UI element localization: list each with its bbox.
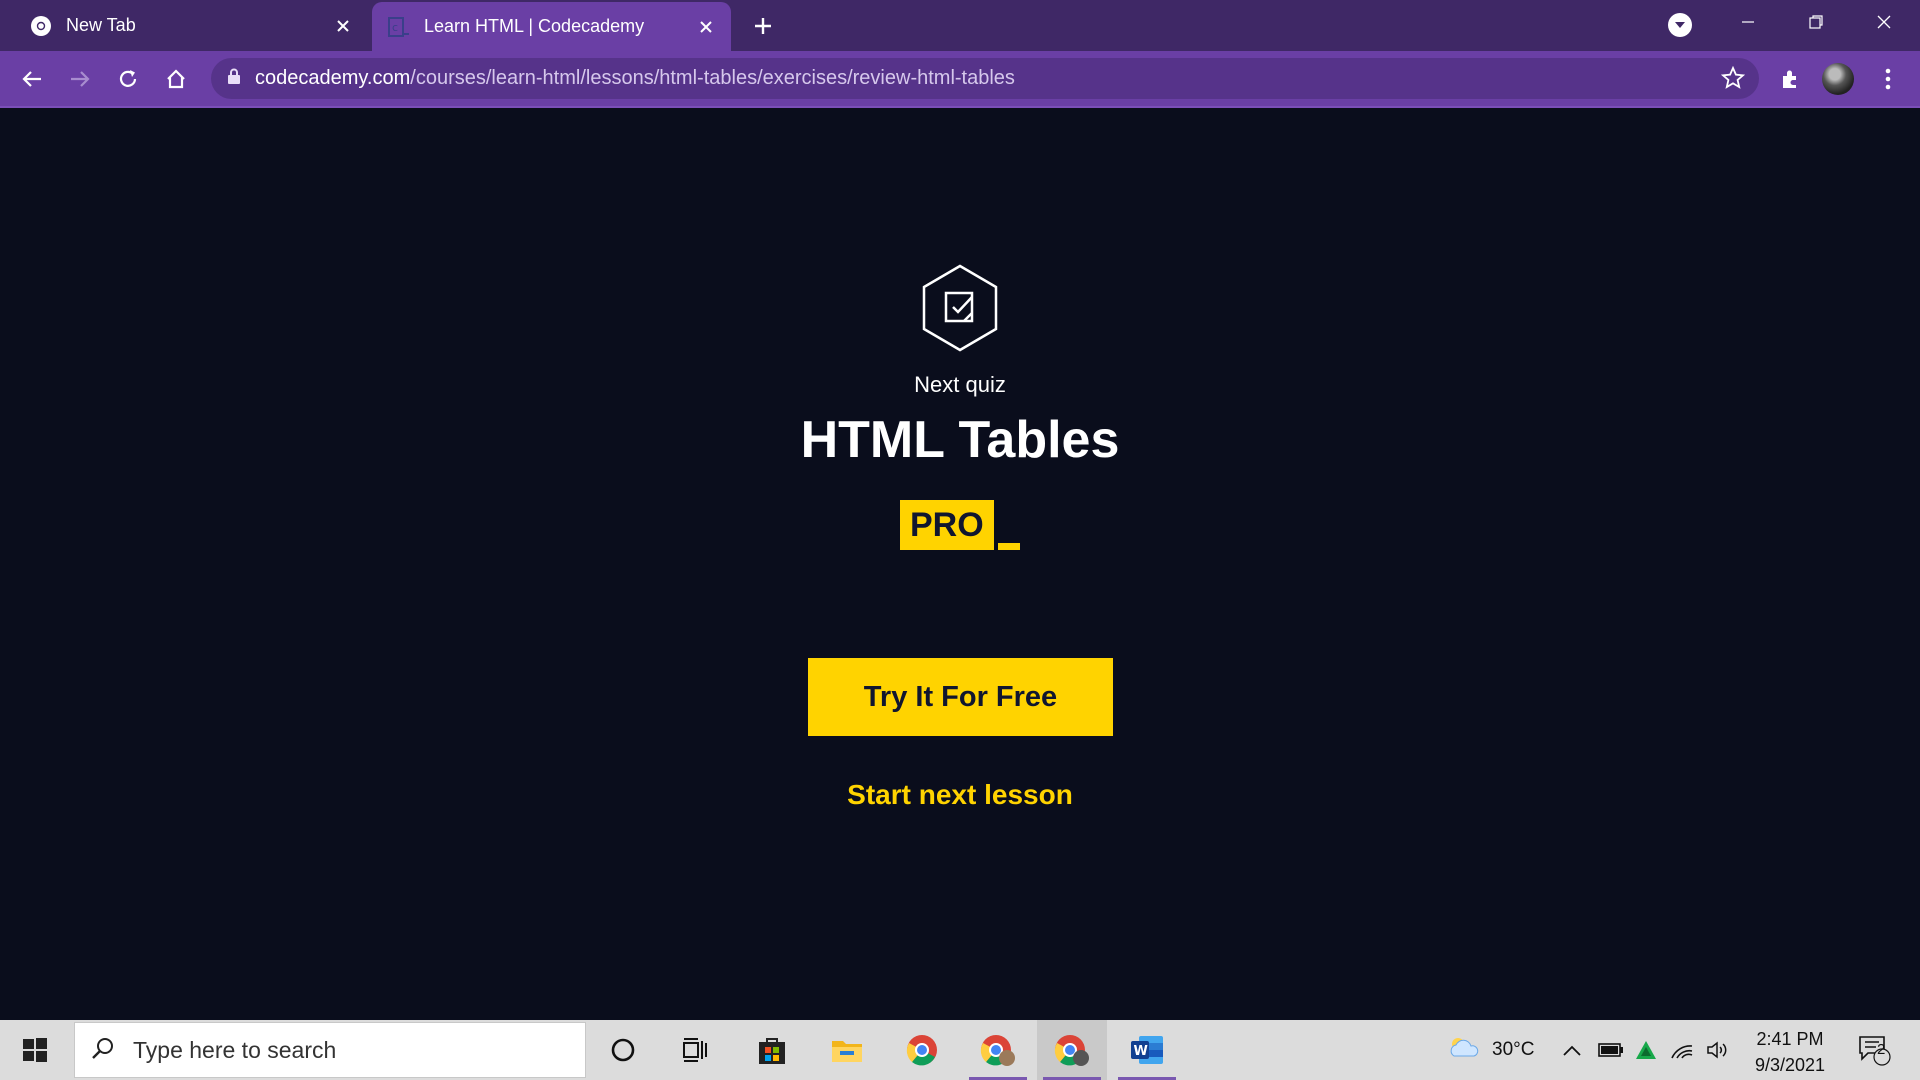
pro-cursor-mark <box>997 543 1020 550</box>
quiz-title: HTML Tables <box>800 411 1120 469</box>
browser-toolbar: codecademy.com/courses/learn-html/lesson… <box>0 51 1920 106</box>
url-text: codecademy.com/courses/learn-html/lesson… <box>255 67 1015 89</box>
chrome-taskbar-icon[interactable] <box>887 1020 957 1080</box>
pro-badge: PRO <box>900 500 1020 550</box>
notifications-button[interactable]: 2 <box>1856 1020 1892 1080</box>
clock-date: 9/3/2021 <box>1754 1055 1826 1075</box>
cortana-icon[interactable] <box>588 1020 658 1080</box>
home-icon[interactable] <box>158 61 194 97</box>
close-window-icon[interactable] <box>1850 0 1918 44</box>
svg-text:c: c <box>392 21 398 34</box>
tab-learn-html[interactable]: c Learn HTML | Codecademy <box>372 2 731 51</box>
show-hidden-icons[interactable] <box>1562 1020 1582 1080</box>
lesson-complete-page: Next quiz HTML Tables PRO Try It For Fre… <box>0 108 1920 1020</box>
try-it-for-free-button[interactable]: Try It For Free <box>808 658 1113 736</box>
wifi-icon[interactable] <box>1670 1020 1694 1080</box>
volume-icon[interactable] <box>1706 1020 1730 1080</box>
chrome-active-taskbar-icon[interactable] <box>1037 1020 1107 1080</box>
store-icon[interactable] <box>737 1020 807 1080</box>
pro-badge-text: PRO <box>900 500 994 550</box>
close-tab-icon[interactable] <box>328 11 358 41</box>
search-placeholder: Type here to search <box>133 1036 337 1063</box>
taskbar-search-box[interactable]: Type here to search <box>74 1022 586 1078</box>
weather-temperature: 30°C <box>1492 1039 1535 1060</box>
chrome-menu-icon[interactable] <box>1870 61 1906 97</box>
task-view-icon[interactable] <box>661 1020 731 1080</box>
tab-search-icon[interactable] <box>1668 13 1692 37</box>
quiz-hexagon-icon <box>922 264 998 352</box>
restore-icon[interactable] <box>1782 0 1850 44</box>
chrome-profile-taskbar-icon[interactable] <box>963 1020 1033 1080</box>
file-explorer-icon[interactable] <box>812 1020 882 1080</box>
close-tab-icon[interactable] <box>691 12 721 42</box>
svg-text:W: W <box>1134 1044 1148 1059</box>
tab-title: New Tab <box>66 15 136 35</box>
windows-start-icon[interactable] <box>0 1020 70 1080</box>
system-clock[interactable]: 2:41 PM 9/3/2021 <box>1740 1026 1840 1078</box>
forward-icon[interactable] <box>62 61 98 97</box>
reload-icon[interactable] <box>110 61 146 97</box>
new-tab-button[interactable] <box>747 10 779 42</box>
browser-tab-strip: New Tab c Learn HTML | Codecademy <box>0 0 1920 51</box>
codecademy-icon: c <box>388 16 410 38</box>
clock-time: 2:41 PM <box>1756 1029 1824 1049</box>
drive-sync-icon[interactable] <box>1634 1020 1658 1080</box>
address-bar[interactable]: codecademy.com/courses/learn-html/lesson… <box>211 58 1759 99</box>
profile-avatar[interactable] <box>1822 63 1854 95</box>
bookmark-star-icon[interactable] <box>1720 65 1746 95</box>
battery-icon[interactable] <box>1598 1020 1624 1080</box>
weather-widget[interactable]: 30°C <box>1446 1020 1534 1080</box>
lock-icon <box>227 68 241 89</box>
next-quiz-label: Next quiz <box>914 372 1006 397</box>
search-icon <box>91 1036 115 1065</box>
back-icon[interactable] <box>14 61 50 97</box>
windows-taskbar: Type here to search W 30°C 2:41 PM 9/3/2… <box>0 1020 1920 1080</box>
extensions-icon[interactable] <box>1772 61 1808 97</box>
chrome-icon <box>30 15 52 37</box>
tab-new-tab[interactable]: New Tab <box>0 0 368 51</box>
minimize-icon[interactable] <box>1714 0 1782 44</box>
tab-title: Learn HTML | Codecademy <box>424 16 645 36</box>
word-icon[interactable]: W <box>1112 1020 1182 1080</box>
notification-count: 2 <box>1877 1041 1886 1058</box>
start-next-lesson-link[interactable]: Start next lesson <box>0 779 1920 811</box>
weather-cloud-icon <box>1446 1034 1480 1066</box>
